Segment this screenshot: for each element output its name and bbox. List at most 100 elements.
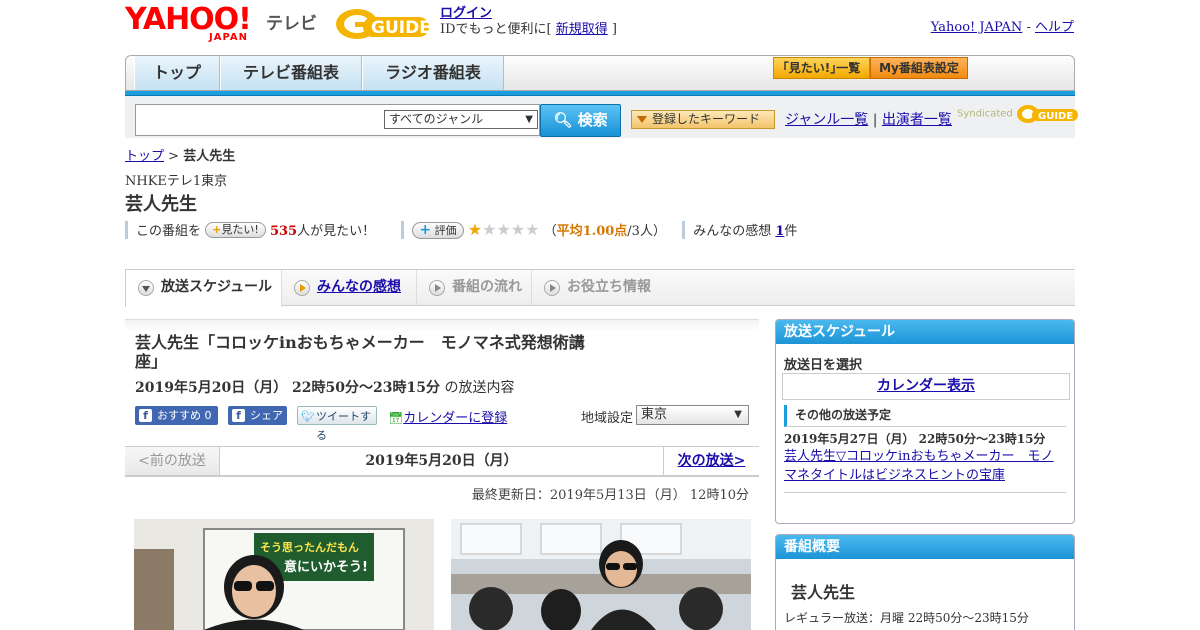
episode-date: 2019年5月20日（月） 22時50分～23時15分 [135,380,440,396]
search-button[interactable]: 🔍︎ 検索 [540,104,621,137]
subtab-flow: 番組の流れ [417,270,532,305]
prev-broadcast-link: <前の放送 [125,447,220,475]
episode-photo-2[interactable] [451,519,751,630]
genre-links-divider: | [868,112,882,128]
facebook-icon: f [139,409,152,422]
want-suffix: 人が見たい！ [297,224,376,239]
next-broadcast-link[interactable]: 次の放送> [663,447,759,475]
nav-tab-radio-schedule[interactable]: ラジオ番組表 [362,56,504,90]
rating-average: 平均1.00点 [556,224,628,239]
calendar-add-icon: 📅︎ [388,411,404,425]
divider [401,221,405,239]
episode-date-line: 2019年5月20日（月） 22時50分～23時15分 の放送内容 [135,377,514,397]
other-broadcast-item[interactable]: 芸人先生▽コロッケinおもちゃメーカー モノマネタイトルはビジネスヒントの宝庫 [784,447,1066,485]
triangle-down-icon [637,116,647,123]
nav-tab-top[interactable]: トップ [134,56,220,90]
svg-text:GUIDE: GUIDE [1038,111,1073,122]
subtab-schedule-label: 放送スケジュール [161,279,273,295]
subtab-schedule[interactable]: 放送スケジュール [125,270,282,307]
play-icon [544,280,560,296]
chevron-down-icon: ▼ [525,114,533,125]
play-icon [429,280,445,296]
header-links: Yahoo! JAPAN - ヘルプ [931,16,1074,35]
overview-sidebar-title: 番組概要 [776,535,1074,559]
play-icon [294,280,310,296]
page-title: 芸人先生 [125,194,197,215]
genre-select-value: すべてのジャンル [389,112,484,126]
tweet-button[interactable]: 🐦︎ ツイートする [297,406,377,442]
breadcrumb-top[interactable]: トップ [125,149,164,164]
help-link[interactable]: ヘルプ [1035,20,1074,35]
tv-label: テレビ [266,14,317,34]
want-button-label: 見たい! [221,223,259,236]
calendar-show-link[interactable]: カレンダー表示 [877,378,975,394]
svg-text:GUIDE: GUIDE [371,18,431,38]
impressions-suffix: 件 [784,224,798,239]
other-broadcast-date: 2019年5月27日（月） 22時50分～23時15分 [784,432,1046,446]
nav-tab-tv-schedule[interactable]: テレビ番組表 [220,56,362,90]
yahoo-japan-logo[interactable]: YAHOO! JAPAN [125,5,265,44]
svg-text:意にいかそう!: 意にいかそう! [284,559,368,575]
star-icon: ★ [510,220,526,239]
want-prefix: この番組を [136,224,202,239]
logo-sub: JAPAN [209,32,248,43]
gguide-logo[interactable]: GUIDE [335,7,433,41]
calendar-register-link[interactable]: カレンダーに登録 [403,411,507,426]
episode-photo-2-image [451,519,751,630]
twitter-icon: 🐦︎ [301,410,315,423]
subtab-flow-label: 番組の流れ [452,279,522,295]
facebook-recommend-label: おすすめ 0 [157,409,212,422]
star-icon: ★ [482,220,497,239]
pager-date: 2019年5月20日（月） [365,453,518,469]
episode-photo-1[interactable]: そう思ったんだもん 意にいかそう! [134,519,434,630]
login-desc: IDでもっと便利に[ [440,22,556,37]
facebook-recommend-button[interactable]: f おすすめ 0 [135,406,218,425]
region-select[interactable]: 東京 ▼ [636,405,749,425]
keyword-button-label: 登録したキーワード [652,112,761,126]
register-link[interactable]: 新規取得 [556,22,608,37]
login-link[interactable]: ログイン [440,6,492,21]
want-button[interactable]: +見たい! [205,222,266,238]
keyword-button[interactable]: 登録したキーワード [631,110,775,129]
genre-list-link[interactable]: ジャンル一覧 [785,112,868,128]
other-broadcast-link[interactable]: 芸人先生▽コロッケinおもちゃメーカー モノマネタイトルはビジネスヒントの宝庫 [784,449,1054,483]
subtab-useful-info: お役立ち情報 [532,270,672,305]
calendar-show-box[interactable]: カレンダー表示 [782,373,1070,400]
search-icon: 🔍︎ [553,111,573,129]
rate-button-label: 評価 [434,224,457,237]
region-select-value: 東京 [641,407,668,422]
divider [682,221,686,239]
rate-button[interactable]: + 評価 [412,222,464,239]
facebook-share-label: シェア [250,409,283,422]
mitai-list-button[interactable]: ｢見たい!｣一覧 [773,57,870,79]
star-icon: ★ [496,220,511,239]
other-broadcasts-label: その他の放送予定 [784,405,1066,427]
chevron-down-icon: ▼ [734,409,742,420]
facebook-icon: f [232,409,245,422]
my-schedule-button[interactable]: My番組表設定 [870,57,968,79]
gguide-small-icon: GUIDE [1016,105,1078,123]
genre-links: ジャンル一覧 | 出演者一覧 [785,109,952,129]
program-info-row: この番組を +見たい! 535人が見たい！ + 評価 ★★★★★ （平均1.00… [125,221,797,239]
calendar-register[interactable]: 📅︎カレンダーに登録 [388,407,507,426]
facebook-share-button[interactable]: f シェア [228,406,287,425]
program-subtabs: 放送スケジュール みんなの感想 番組の流れ お役立ち情報 [125,269,1075,307]
channel-name: NHKEテレ1東京 [125,174,228,189]
syndicated-gguide: Syndicated GUIDE [957,103,1080,125]
schedule-sidebar-title: 放送スケジュール [776,320,1074,344]
header-sep: - [1022,20,1035,35]
select-date-label: 放送日を選択 [784,358,863,373]
last-updated: 最終更新日：2019年5月13日（月） 12時10分 [471,488,749,503]
genre-select[interactable]: すべてのジャンル ▼ [384,110,538,129]
plus-icon: + [212,223,222,236]
search-button-label: 検索 [577,111,608,129]
breadcrumb-sep: > [164,149,184,164]
rating-people: /3人） [627,224,666,239]
subtab-useful-info-label: お役立ち情報 [567,279,651,295]
plus-icon: + [419,222,432,238]
schedule-sidebar: 放送スケジュール 放送日を選択 カレンダー表示 その他の放送予定 2019年5月… [775,319,1075,524]
subtab-impressions[interactable]: みんなの感想 [282,270,417,305]
cast-list-link[interactable]: 出演者一覧 [882,112,952,128]
yahoo-japan-link[interactable]: Yahoo! JAPAN [931,20,1023,35]
login-block: ログイン IDでもっと便利に[ 新規取得 ] [440,6,617,38]
